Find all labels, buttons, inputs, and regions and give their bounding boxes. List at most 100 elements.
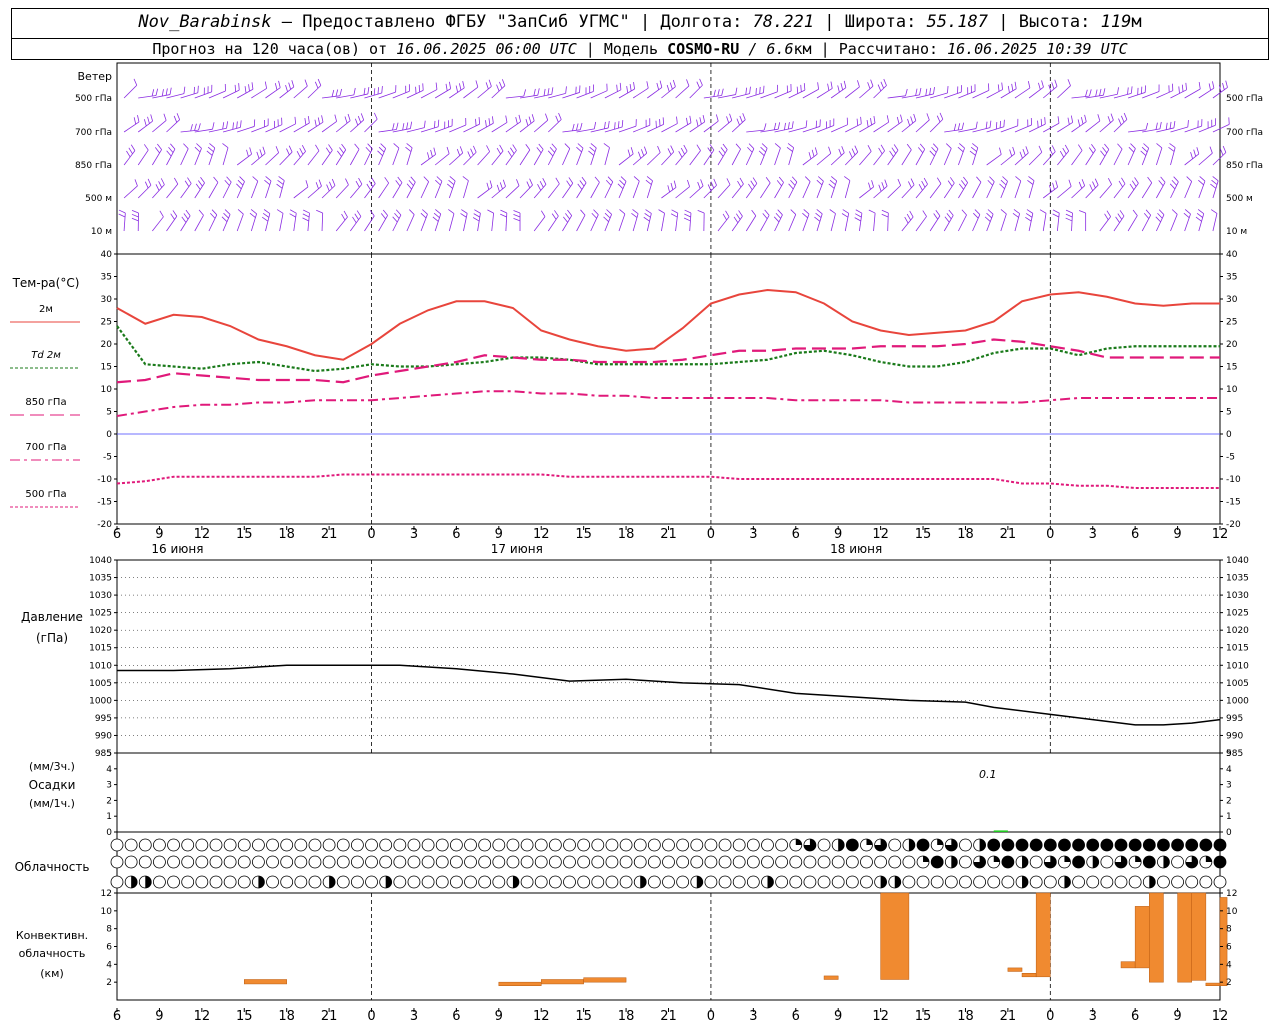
wind-barb-feather [211,209,218,216]
wind-barb-feather [539,181,544,188]
cloud-symbol [676,855,690,869]
cloud-symbol [605,838,619,852]
wind-barb [703,149,715,166]
wind-barb-feather [844,176,851,181]
cloud-symbol [181,838,195,852]
wind-barb-feather [274,83,278,91]
wind-barb [547,148,557,166]
cloud-symbol-fill [1205,856,1212,862]
temp-ytick-label: 15 [1226,363,1237,373]
cloud-symbol [916,838,930,852]
wind-barb-feather [410,121,413,129]
wind-barb-feather [299,148,304,155]
wind-barb-feather [776,180,782,187]
wind-barb-feather [1011,83,1014,91]
wind-barb-feather [1195,216,1202,222]
cloud-symbol [1029,855,1043,869]
wind-barb-feather [811,149,815,157]
wind-barb [265,152,279,166]
wind-barb-feather [577,183,583,190]
wind-barb [1000,153,1016,166]
cloud-symbol [944,875,958,889]
wind-barb [448,213,455,232]
wind-barb-feather [448,179,455,186]
wind-barb [901,149,912,166]
wind-barb-feather [475,80,479,88]
wind-barb [788,214,797,232]
cloud-symbol [379,855,393,869]
cloud-symbol [732,875,746,889]
cloud-symbol [110,855,124,869]
precip-unit-1h: (мм/1ч.) [29,797,75,810]
wind-barb-feather [970,146,977,152]
cloud-symbol [1001,875,1015,889]
wind-barb [943,182,955,199]
wind-barb-feather [151,89,155,97]
wind-barb-feather [1145,122,1149,130]
wind-barb [802,88,819,99]
wind-barb-feather [382,209,388,216]
wind-barb [1170,181,1179,199]
cloud-symbol [153,838,166,852]
cloud-symbol [647,838,661,852]
wind-barb [194,182,205,199]
wind-level-label-right: 850 гПа [1226,161,1263,171]
wind-barb-feather [542,178,547,185]
wind-barb-feather [1159,121,1162,129]
wind-barb [237,88,254,99]
wind-barb-feather [456,148,461,156]
wind-barb [1014,152,1029,166]
wind-barb-feather [381,86,383,94]
pressure-ytick-label: 1040 [1226,556,1249,566]
wind-barb-feather [841,213,849,218]
wind-barb-feather [777,209,783,216]
wind-barb [180,148,189,166]
wind-barb-feather [925,88,928,96]
wind-barb-feather [926,113,930,121]
wind-barb [859,122,876,133]
wind-barb-feather [758,150,765,156]
wind-barb-feather [742,113,746,120]
wind-level-label-right: 10 м [1226,227,1247,237]
wind-barb-feather [638,151,642,159]
wind-barb [1156,214,1165,232]
cloud-symbol [548,855,562,869]
wind-barb [1028,86,1044,99]
temp-ytick-label: 30 [1226,295,1238,305]
wind-barb-feather [947,86,949,94]
wind-barb-feather [933,213,939,220]
convective-bar [880,892,910,980]
wind-barb [774,182,784,199]
wind-barb-feather [1121,177,1126,185]
cloud-symbol [959,855,972,869]
wind-barb-feather [805,120,808,128]
wind-barb-feather [1209,146,1213,154]
precip-ytick-label: 1 [106,812,112,822]
cloud-symbol [110,875,124,889]
wind-barb-feather [154,147,160,154]
wind-barb [745,215,757,232]
wind-barb [321,150,333,166]
legend-label-t850: 850 гПа [25,397,66,408]
wind-barb [675,85,690,99]
wind-barb-feather [855,209,863,214]
wind-barb-feather [1027,81,1031,89]
hour-label-temp: 15 [915,527,932,542]
cloud-symbol [393,838,407,852]
wind-barb-feather [590,143,597,149]
wind-barb-feather [643,216,650,222]
wind-barb-feather [523,89,527,97]
wind-barb-feather [961,209,967,216]
wind-barb-feather [335,89,339,97]
wind-barb-feather [676,116,678,124]
wind-barb [222,181,232,199]
wind-barb-feather [286,148,290,156]
temp-line-t700 [116,390,1220,417]
wind-barb-feather [959,143,965,149]
wind-barb-feather [165,88,168,96]
wind-barb [1000,181,1008,199]
wind-barb-feather [854,217,862,222]
wind-barb-feather [735,143,741,150]
wind-barb-feather [1222,82,1225,90]
wind-barb-feather [1155,216,1161,223]
